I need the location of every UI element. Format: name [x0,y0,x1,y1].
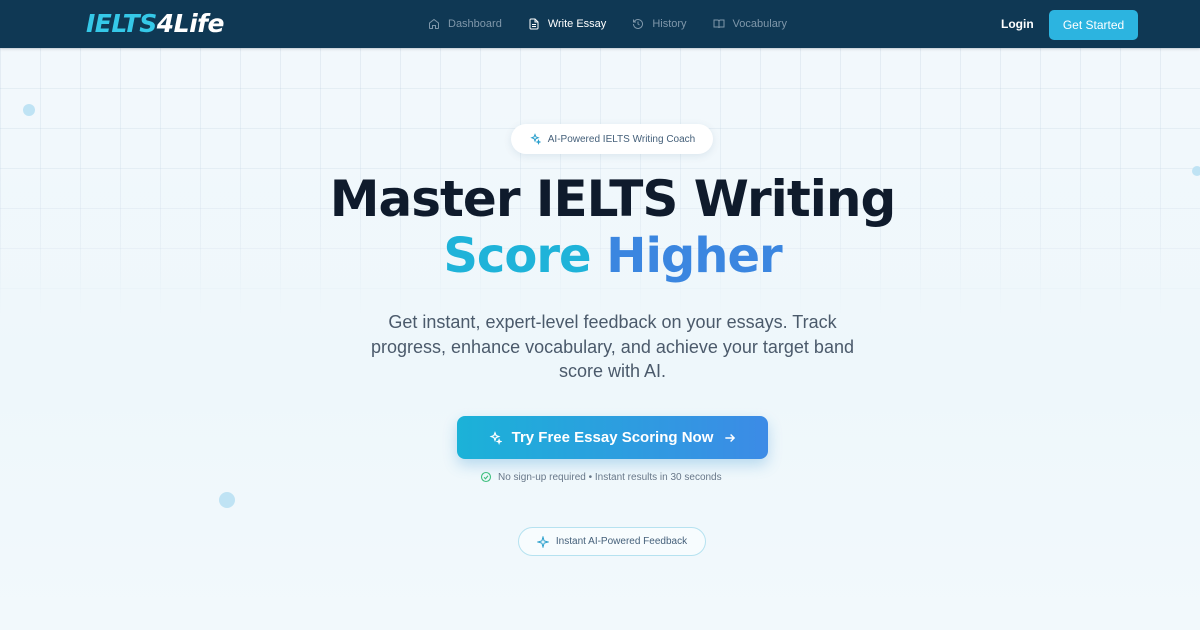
nav-item-history[interactable]: History [632,18,687,30]
nav-item-label: Dashboard [448,18,502,30]
hero-badge: AI-Powered IELTS Writing Coach [511,124,713,154]
hero-title-word-higher: Higher [606,228,782,284]
get-started-button[interactable]: Get Started [1049,10,1138,40]
sparkles-icon [489,430,502,445]
feature-pill-text: Instant AI-Powered Feedback [555,536,688,547]
logo-text-ielts: IELTS [86,9,157,38]
cta-note: No sign-up required • Instant results in… [480,471,722,483]
nav-item-write-essay[interactable]: Write Essay [528,18,606,30]
logo-text-4: 4 [156,9,174,38]
home-icon [429,18,439,29]
nav-item-label: Write Essay [547,18,607,30]
check-circle-icon [480,471,492,483]
decor-dot [23,104,35,116]
hero-subtitle: Get instant, expert-level feedback on yo… [371,312,854,381]
nav-item-label: History [652,18,687,30]
hero-title-word-score: Score [443,228,591,284]
login-link[interactable]: Login [1001,17,1034,31]
hero-title-highlight: Score Higher [0,228,1200,284]
try-free-scoring-button[interactable]: Try Free Essay Scoring Now [457,416,768,459]
history-icon [633,19,644,29]
feature-pill: Instant AI-Powered Feedback [518,527,706,556]
decor-dot [219,492,235,508]
arrow-right-icon [725,433,736,442]
hero-badge-text: AI-Powered IELTS Writing Coach [547,133,696,145]
document-icon [529,18,539,30]
nav-item-dashboard[interactable]: Dashboard [428,18,502,30]
nav-links: Dashboard Write Essay History Vocabulary [428,0,813,48]
nav-item-vocabulary[interactable]: Vocabulary [713,18,787,30]
cta-note-text: No sign-up required • Instant results in… [498,471,722,483]
cta-label: Try Free Essay Scoring Now [511,429,714,446]
hero-title: Master IELTS Writing [329,170,897,228]
brand-logo[interactable]: IELTS4Life [86,9,224,38]
logo-text-life: Life [173,9,225,38]
top-navbar: IELTS4Life Dashboard Write Essay History… [0,0,1200,48]
sparkles-icon [530,133,541,145]
nav-item-label: Vocabulary [732,18,787,30]
book-icon [713,19,725,29]
sparkle-icon [536,535,549,548]
